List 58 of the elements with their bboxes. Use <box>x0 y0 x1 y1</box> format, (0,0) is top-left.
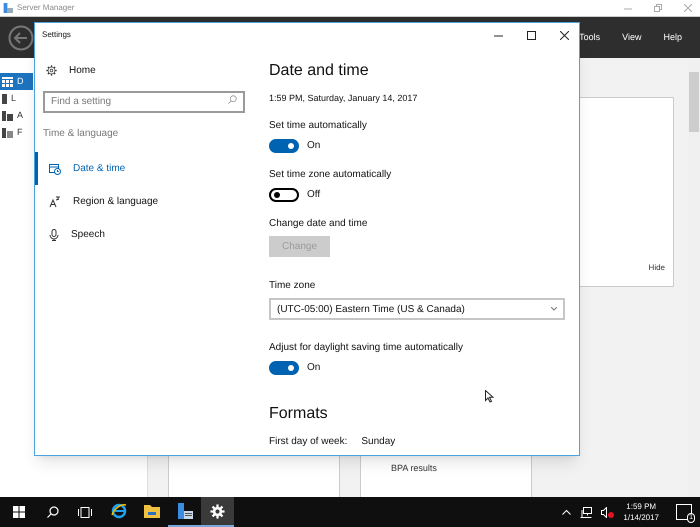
calendar-clock-icon <box>49 162 61 174</box>
close-icon[interactable] <box>560 30 569 40</box>
server-icon <box>2 94 7 104</box>
setting-label: First day of week: <box>269 435 348 449</box>
window-title: Server Manager <box>17 2 74 14</box>
microphone-icon <box>49 228 59 240</box>
task-view-icon[interactable] <box>78 506 92 518</box>
window-title: Settings <box>42 29 71 41</box>
toggle-switch[interactable] <box>269 188 299 202</box>
menu-item[interactable]: Tools <box>579 30 600 44</box>
search-field[interactable]: Find a setting <box>43 90 245 112</box>
mouse-cursor-icon <box>485 390 494 403</box>
gear-icon <box>210 504 225 518</box>
toggle-state-text: Off <box>307 188 320 202</box>
setting-label: Change date and time <box>269 217 368 231</box>
gear-icon <box>46 64 57 76</box>
current-time: 1:59 PM, Saturday, January 14, 2017 <box>269 92 418 105</box>
menu-item[interactable]: View <box>622 30 642 44</box>
folder-icon <box>144 504 160 518</box>
chevron-down-icon <box>551 307 557 311</box>
section-heading: Time & language <box>43 127 120 140</box>
maximize-icon[interactable] <box>527 30 536 40</box>
windows-logo-icon[interactable] <box>13 506 25 518</box>
time-zone-dropdown[interactable]: (UTC-05:00) Eastern Time (US & Canada) <box>269 298 565 320</box>
speaker-muted-icon[interactable] <box>601 506 614 518</box>
home-link[interactable]: Home <box>43 61 261 79</box>
server-manager-icon <box>176 503 192 519</box>
setting-value: Sunday <box>361 435 396 449</box>
chevron-up-icon[interactable] <box>562 509 572 515</box>
search-icon[interactable] <box>47 506 59 518</box>
file-servers-icon <box>2 128 13 138</box>
clock-date[interactable]: 1/14/2017 <box>623 512 659 523</box>
tile-text: BPA results <box>391 463 437 473</box>
servers-icon <box>2 110 13 120</box>
dashboard-grid-icon <box>2 76 13 86</box>
settings-nav-item[interactable]: Speech <box>35 218 261 251</box>
taskbar-app[interactable] <box>201 497 234 527</box>
section-heading: Formats <box>269 404 328 424</box>
clock-time[interactable]: 1:59 PM <box>626 501 656 512</box>
toggle-state-text: On <box>307 139 320 153</box>
setting-label: Adjust for daylight saving time automatically <box>269 341 464 355</box>
toggle-switch[interactable] <box>269 138 299 152</box>
settings-nav-item[interactable]: Date & time <box>35 152 261 185</box>
page-title: Date and time <box>269 61 370 81</box>
setting-label: Set time zone automatically <box>269 168 392 182</box>
setting-label: Set time automatically <box>269 119 368 133</box>
hide-link[interactable]: Hide <box>648 262 665 274</box>
navigation-item[interactable]: D <box>0 73 33 90</box>
server-manager-icon <box>3 3 13 13</box>
menu-item[interactable]: Help <box>663 30 682 44</box>
settings-nav-item[interactable]: Region & language <box>35 185 261 218</box>
letter-a-icon <box>49 196 61 208</box>
network-icon[interactable] <box>580 506 592 518</box>
browser-e-icon <box>110 503 126 519</box>
toggle-state-text: On <box>307 361 320 375</box>
toggle-switch[interactable] <box>269 360 299 374</box>
search-icon <box>228 95 237 104</box>
setting-label: Time zone <box>269 279 316 293</box>
